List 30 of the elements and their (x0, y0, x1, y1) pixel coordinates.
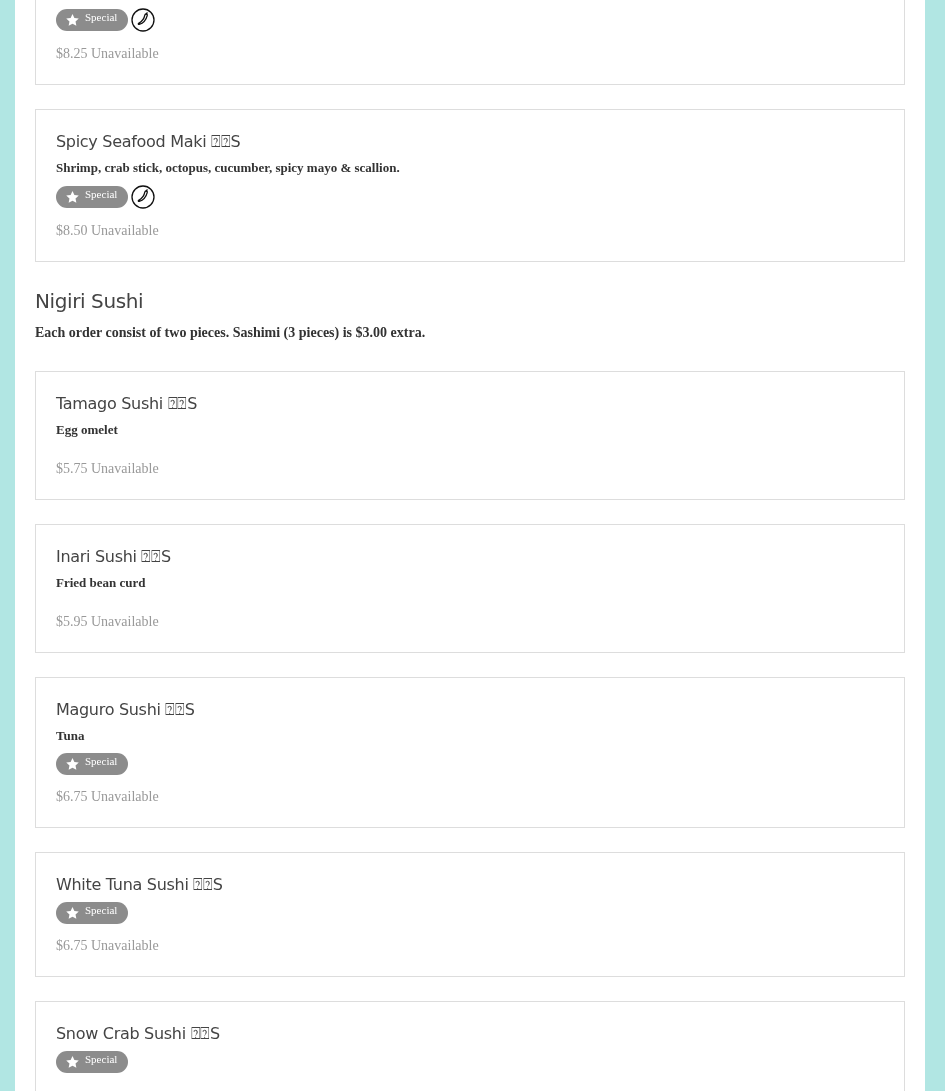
item-description: Egg omelet (56, 421, 119, 439)
section-title: Nigiri Sushi (35, 288, 145, 314)
section-note: Each order consist of two pieces. Sashimi (3 pieces) is $3.00 extra. (35, 324, 427, 342)
star-icon (66, 1056, 79, 1068)
item-description: Tuna (56, 727, 86, 745)
star-icon (66, 191, 79, 203)
special-badge: Special (56, 1051, 129, 1073)
item-description: Shrimp, crab stick, octopus, cucumber, spicy mayo & scallion. (56, 159, 401, 177)
item-name: Spicy Seafood Maki ⍰⍰S (56, 131, 242, 153)
item-name: Maguro Sushi ⍰⍰S (56, 699, 196, 721)
star-icon (66, 907, 79, 919)
item-price: $5.75 Unavailable (56, 460, 160, 478)
star-icon (66, 14, 79, 26)
item-name: White Tuna Sushi ⍰⍰S (56, 874, 224, 896)
chili-icon (131, 8, 156, 32)
item-price: $5.95 Unavailable (56, 613, 160, 631)
special-badge: Special (56, 186, 129, 208)
item-price: $6.75 Unavailable (56, 788, 160, 806)
item-price: $6.75 Unavailable (56, 937, 160, 955)
item-name: Tamago Sushi ⍰⍰S (56, 393, 198, 415)
item-price: $8.25 Unavailable (56, 45, 160, 63)
item-description: Fried bean curd (56, 574, 147, 592)
star-icon (66, 758, 79, 770)
item-price: $8.50 Unavailable (56, 222, 160, 240)
item-name: Inari Sushi ⍰⍰S (56, 546, 172, 568)
chili-icon (131, 185, 156, 209)
item-name: Snow Crab Sushi ⍰⍰S (56, 1023, 221, 1045)
special-badge: Special (56, 9, 129, 31)
special-badge: Special (56, 902, 129, 924)
special-badge: Special (56, 753, 129, 775)
